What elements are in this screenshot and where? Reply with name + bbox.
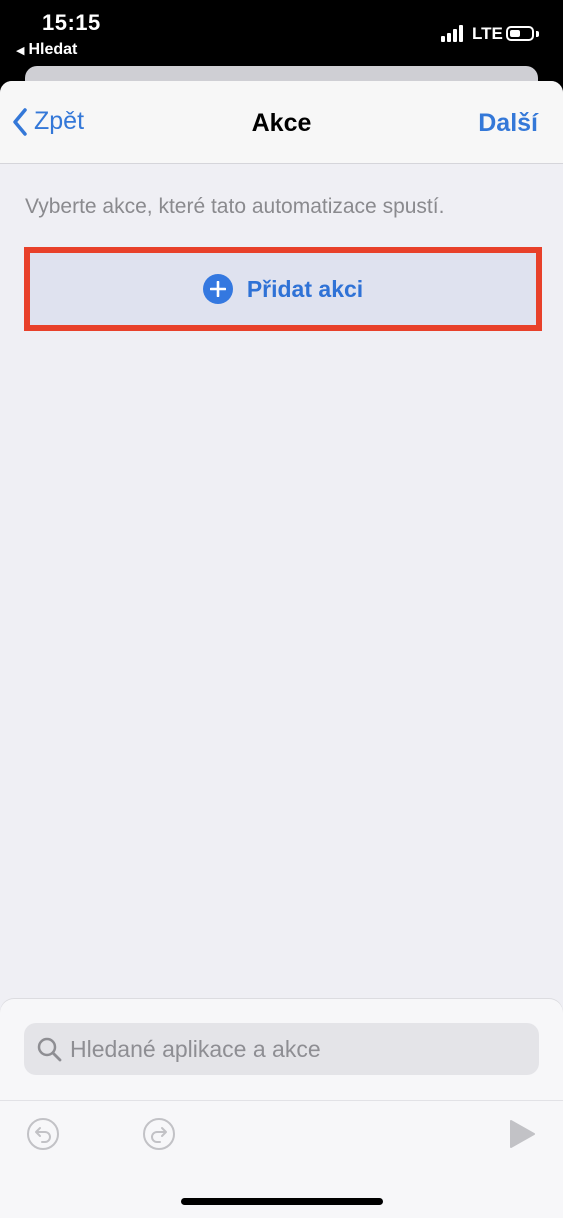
navigation-bar: Zpět Akce Další (0, 81, 563, 164)
run-button[interactable] (508, 1119, 536, 1154)
battery-icon (506, 26, 534, 41)
cellular-signal-icon (441, 24, 463, 42)
search-icon (37, 1037, 62, 1062)
status-time: 15:15 (42, 10, 101, 35)
action-sheet: Zpět Akce Další Vyberte akce, které tato… (0, 81, 563, 1218)
back-to-app-label: Hledat (28, 41, 78, 58)
status-bar: 15:15 ◀ Hledat LTE (0, 0, 563, 66)
back-to-app-link[interactable]: ◀ Hledat (16, 41, 77, 59)
search-field[interactable]: Hledané aplikace a akce (24, 1023, 539, 1075)
bottom-panel: Hledané aplikace a akce (0, 999, 563, 1218)
plus-circle-icon (202, 274, 233, 304)
search-placeholder: Hledané aplikace a akce (70, 1035, 321, 1062)
toolbar-divider (0, 1100, 563, 1101)
redo-icon (143, 1118, 175, 1150)
undo-icon (27, 1118, 59, 1150)
add-action-label: Přidat akci (246, 275, 364, 302)
battery-nub (536, 31, 539, 37)
play-icon (510, 1120, 535, 1148)
undo-button[interactable] (26, 1117, 60, 1156)
network-type: LTE (472, 24, 503, 43)
next-button[interactable]: Další (478, 109, 538, 138)
redo-button[interactable] (142, 1117, 176, 1156)
back-triangle-icon: ◀ (16, 44, 25, 57)
add-action-button[interactable]: Přidat akci (30, 253, 536, 325)
instruction-text: Vyberte akce, které tato automatizace sp… (25, 195, 445, 218)
home-indicator[interactable] (181, 1198, 383, 1205)
